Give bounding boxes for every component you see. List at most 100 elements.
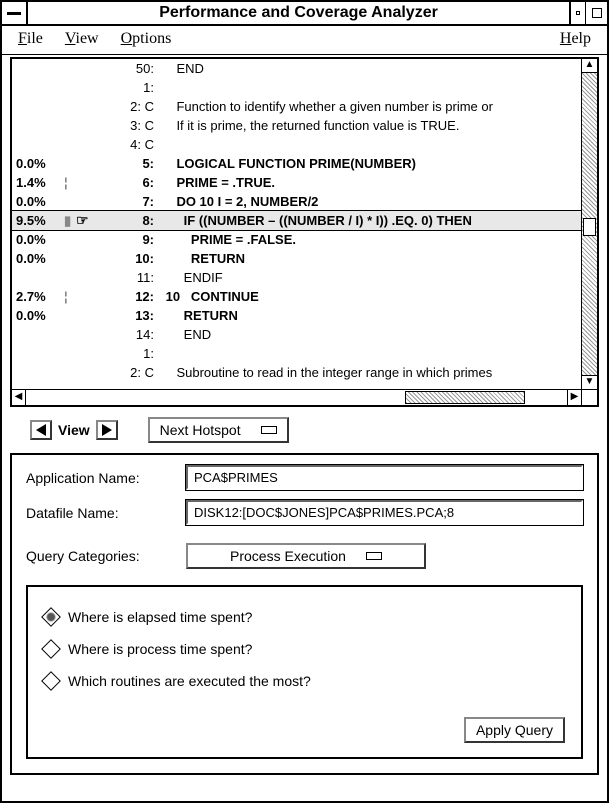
coverage-bar-icon: ¦ <box>64 173 76 192</box>
line-number: 6: <box>116 173 162 192</box>
line-number: 13: <box>116 306 162 325</box>
code-text: If it is prime, the returned function va… <box>162 116 577 135</box>
current-line-pointer-icon <box>76 192 116 211</box>
vertical-scroll-track[interactable] <box>582 73 597 375</box>
code-line[interactable]: 1: <box>12 344 581 363</box>
apply-row: Apply Query <box>44 697 565 743</box>
code-text <box>162 135 577 154</box>
code-text: RETURN <box>162 249 577 268</box>
coverage-bar-icon <box>64 78 76 97</box>
menu-options[interactable]: Options <box>121 30 172 48</box>
application-name-label: Application Name: <box>26 470 176 486</box>
current-line-pointer-icon <box>76 249 116 268</box>
code-line[interactable]: 0.0%13: RETURN <box>12 306 581 325</box>
coverage-percent: 1.4% <box>16 173 64 192</box>
apply-query-button[interactable]: Apply Query <box>464 717 565 743</box>
scroll-down-arrow-icon[interactable]: ▼ <box>582 375 597 389</box>
code-text: Subroutine to read in the integer range … <box>162 363 577 382</box>
current-line-pointer-icon <box>76 173 116 192</box>
vertical-scrollbar[interactable]: ▲ ▼ <box>581 59 597 389</box>
scroll-up-arrow-icon[interactable]: ▲ <box>582 59 597 73</box>
line-number: 11: <box>116 268 162 287</box>
code-line[interactable]: 0.0%5: LOGICAL FUNCTION PRIME(NUMBER) <box>12 154 581 173</box>
query-option-routine-count[interactable]: Which routines are executed the most? <box>44 665 565 697</box>
coverage-percent <box>16 344 64 363</box>
system-menu-button[interactable] <box>2 2 28 24</box>
current-line-pointer-icon <box>76 230 116 249</box>
coverage-bar-icon: ▮ <box>64 211 76 230</box>
code-line[interactable]: 9.5%▮☞8: IF ((NUMBER – ((NUMBER / I) * I… <box>12 211 581 230</box>
coverage-bar-icon <box>64 306 76 325</box>
coverage-percent <box>16 59 64 78</box>
code-text: LOGICAL FUNCTION PRIME(NUMBER) <box>162 154 577 173</box>
horizontal-scroll-thumb[interactable] <box>405 391 525 404</box>
scroll-right-arrow-icon[interactable]: ▶ <box>567 390 581 405</box>
query-option-label: Where is elapsed time spent? <box>68 609 252 625</box>
view-prev-button[interactable] <box>30 420 52 440</box>
query-option-elapsed-time[interactable]: Where is elapsed time spent? <box>44 601 565 633</box>
datafile-name-field[interactable]: DISK12:[DOC$JONES]PCA$PRIMES.PCA;8 <box>186 500 583 525</box>
code-line[interactable]: 1: <box>12 78 581 97</box>
coverage-bar-icon <box>64 363 76 382</box>
code-line[interactable]: 2: C Subroutine to read in the integer r… <box>12 363 581 382</box>
coverage-percent <box>16 78 64 97</box>
coverage-percent: 0.0% <box>16 249 64 268</box>
code-line[interactable]: 4: C <box>12 135 581 154</box>
current-line-pointer-icon <box>76 325 116 344</box>
current-line-pointer-icon <box>76 97 116 116</box>
code-line[interactable]: 1.4%¦6: PRIME = .TRUE. <box>12 173 581 192</box>
code-line[interactable]: 2: C Function to identify whether a give… <box>12 97 581 116</box>
line-number: 14: <box>116 325 162 344</box>
coverage-percent: 0.0% <box>16 230 64 249</box>
view-next-button[interactable] <box>96 420 118 440</box>
code-line[interactable]: 3: C If it is prime, the returned functi… <box>12 116 581 135</box>
line-number: 8: <box>116 211 162 230</box>
next-hotspot-button[interactable]: Next Hotspot <box>148 417 289 443</box>
code-line[interactable]: 11: ENDIF <box>12 268 581 287</box>
scroll-left-arrow-icon[interactable]: ◀ <box>12 390 26 405</box>
application-name-field[interactable]: PCA$PRIMES <box>186 465 583 490</box>
titlebar: Performance and Coverage Analyzer <box>2 2 607 26</box>
line-number: 7: <box>116 192 162 211</box>
code-text: 10 CONTINUE <box>162 287 577 306</box>
current-line-pointer-icon <box>76 268 116 287</box>
line-number: 10: <box>116 249 162 268</box>
scroll-corner <box>581 390 597 405</box>
triangle-right-icon <box>102 424 112 436</box>
code-line[interactable]: 0.0% 10: RETURN <box>12 249 581 268</box>
horizontal-scroll-track[interactable] <box>26 390 567 405</box>
vertical-scroll-thumb[interactable] <box>583 218 596 236</box>
query-options-frame: Where is elapsed time spent? Where is pr… <box>26 585 583 759</box>
line-number: 3: C <box>116 116 162 135</box>
code-line[interactable]: 0.0%9: PRIME = .FALSE. <box>12 230 581 249</box>
code-line[interactable]: 0.0%7: DO 10 I = 2, NUMBER/2 <box>12 192 581 211</box>
menu-file[interactable]: File <box>18 30 43 48</box>
code-text: IF ((NUMBER – ((NUMBER / I) * I)) .EQ. 0… <box>162 211 577 230</box>
coverage-bar-icon <box>64 154 76 173</box>
query-categories-select[interactable]: Process Execution <box>186 543 426 569</box>
code-listing[interactable]: 50: END1:2: C Function to identify wheth… <box>12 59 581 389</box>
coverage-bar-icon <box>64 249 76 268</box>
menu-view[interactable]: View <box>65 30 99 48</box>
coverage-percent: 9.5% <box>16 211 64 230</box>
coverage-percent: 0.0% <box>16 154 64 173</box>
current-line-pointer-icon <box>76 344 116 363</box>
dropdown-indicator-icon <box>366 552 382 560</box>
minimize-button[interactable] <box>569 2 585 24</box>
client-area: 50: END1:2: C Function to identify wheth… <box>2 55 607 801</box>
current-line-pointer-icon <box>76 116 116 135</box>
coverage-bar-icon <box>64 268 76 287</box>
line-number: 1: <box>116 78 162 97</box>
horizontal-scrollbar[interactable]: ◀ ▶ <box>12 389 597 405</box>
query-option-process-time[interactable]: Where is process time spent? <box>44 633 565 665</box>
code-line[interactable]: 2.7%¦12: 10 CONTINUE <box>12 287 581 306</box>
menu-help[interactable]: Help <box>560 30 591 48</box>
current-line-pointer-icon <box>76 78 116 97</box>
maximize-button[interactable] <box>585 2 607 24</box>
code-line[interactable]: 14: END <box>12 325 581 344</box>
code-text: PRIME = .FALSE. <box>162 230 577 249</box>
menubar: File View Options Help <box>2 26 607 55</box>
coverage-percent <box>16 363 64 382</box>
code-line[interactable]: 50: END <box>12 59 581 78</box>
triangle-left-icon <box>36 424 46 436</box>
